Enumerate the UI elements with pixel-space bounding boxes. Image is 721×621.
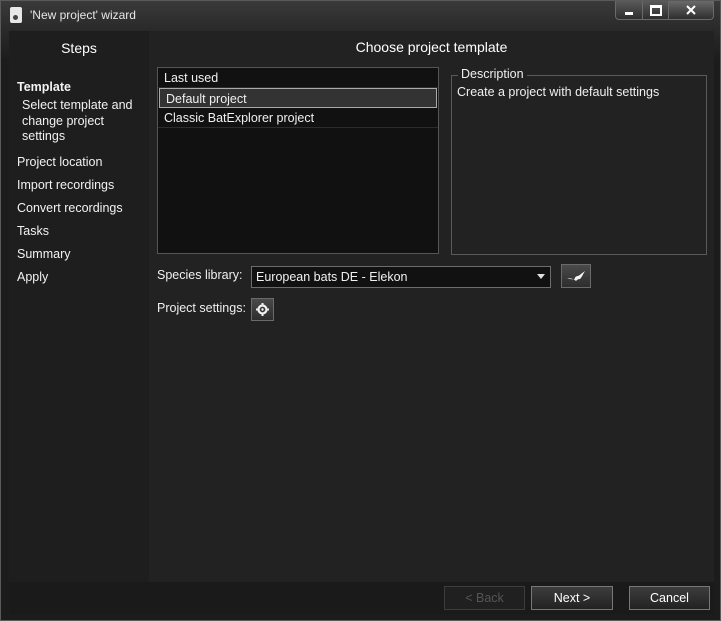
maximize-icon [649, 4, 662, 16]
template-item-classic-batexplorer[interactable]: Classic BatExplorer project [158, 108, 438, 128]
template-item-default-project[interactable]: Default project [159, 88, 437, 108]
app-icon [10, 7, 22, 23]
project-settings-label: Project settings: [157, 301, 246, 315]
wizard-client: Steps Template Select template and chang… [9, 31, 714, 614]
species-library-select[interactable]: European bats DE - Elekon [251, 266, 551, 288]
maximize-button[interactable] [643, 1, 669, 20]
minimize-icon [625, 11, 633, 15]
close-button[interactable] [669, 1, 714, 20]
step-import-recordings[interactable]: Import recordings [17, 178, 114, 192]
step-template[interactable]: Template [17, 80, 71, 94]
step-summary[interactable]: Summary [17, 247, 70, 261]
title-bar[interactable]: 'New project' wizard [1, 1, 720, 31]
template-item-last-used[interactable]: Last used [158, 68, 438, 88]
next-button[interactable]: Next > [531, 586, 613, 610]
back-button[interactable]: < Back [444, 586, 525, 610]
species-library-value: European bats DE - Elekon [256, 270, 408, 284]
template-list[interactable]: Last used Default project Classic BatExp… [157, 67, 439, 254]
steps-title: Steps [61, 40, 97, 56]
description-text: Create a project with default settings [457, 85, 660, 99]
chevron-down-icon [537, 274, 545, 279]
wizard-footer: < Back Next > Cancel [9, 582, 714, 614]
species-library-label: Species library: [157, 268, 243, 282]
bat-icon [567, 271, 585, 281]
window-title: 'New project' wizard [30, 8, 136, 22]
project-settings-button[interactable] [251, 298, 274, 321]
gear-icon [256, 303, 269, 316]
step-apply[interactable]: Apply [17, 270, 48, 284]
step-tasks[interactable]: Tasks [17, 224, 49, 238]
main-panel: Choose project template Last used Defaul… [149, 31, 714, 582]
close-icon [686, 5, 696, 15]
page-title: Choose project template [355, 39, 508, 55]
description-legend: Description [458, 67, 527, 81]
step-project-location[interactable]: Project location [17, 155, 102, 169]
wizard-window: 'New project' wizard Steps Template Sele… [0, 0, 721, 621]
steps-panel: Steps Template Select template and chang… [9, 31, 149, 582]
cancel-button[interactable]: Cancel [629, 586, 710, 610]
description-group: Description Create a project with defaul… [451, 67, 707, 255]
step-template-subtitle: Select template and change project setti… [22, 98, 133, 143]
minimize-button[interactable] [615, 1, 643, 20]
species-library-button[interactable] [561, 264, 591, 288]
step-convert-recordings[interactable]: Convert recordings [17, 201, 123, 215]
caption-buttons [615, 1, 714, 21]
